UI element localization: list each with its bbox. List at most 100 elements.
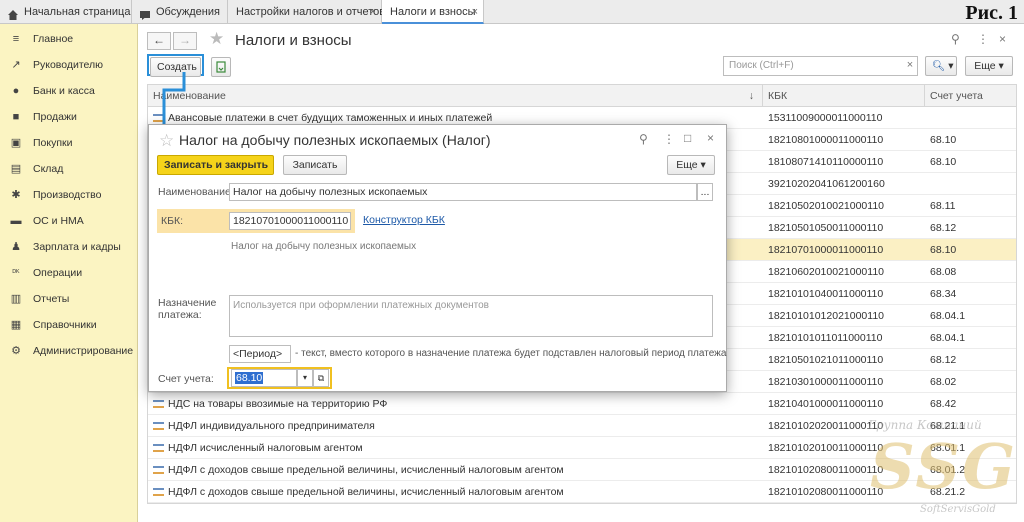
cell-kbk: 18210602010021000110	[768, 266, 885, 278]
name-field[interactable]: Налог на добычу полезных ископаемых	[229, 183, 697, 201]
close-icon[interactable]: ×	[707, 131, 714, 145]
sidebar-item-label: Продажи	[33, 111, 77, 123]
account-label: Счет учета:	[158, 373, 214, 385]
settings-icon: ⚙	[11, 345, 21, 357]
sidebar-item-label: Справочники	[33, 319, 97, 331]
account-field[interactable]: 68.10	[231, 369, 297, 387]
sidebar-item-manager[interactable]: ↗ Руководителю	[0, 52, 138, 78]
period-field[interactable]: <Период>	[229, 345, 291, 363]
cell-name-text: НДФЛ с доходов свыше предельной величины…	[168, 464, 564, 476]
sidebar-item-label: Банк и касса	[33, 85, 95, 97]
cell-name: НДФЛ индивидуального предпринимателя	[148, 415, 763, 437]
tax-item-icon	[153, 444, 164, 453]
purpose-label-line2: платежа:	[158, 309, 202, 321]
close-icon[interactable]: ×	[999, 32, 1006, 46]
tab-discussions[interactable]: Обсуждения	[132, 0, 228, 24]
bag-icon: ■	[12, 111, 20, 123]
cell-name-text: НДФЛ индивидуального предпринимателя	[168, 420, 375, 432]
coin-icon: ●	[12, 85, 20, 97]
sidebar-item-fixed-assets[interactable]: ▬ ОС и НМА	[0, 208, 138, 234]
sidebar-item-sales[interactable]: ■ Продажи	[0, 104, 138, 130]
column-header-kbk[interactable]: КБК	[763, 85, 925, 107]
cell-name-text: НДФЛ исчисленный налоговым агентом	[168, 442, 363, 454]
account-dropdown-icon[interactable]: ▾	[297, 369, 313, 387]
search-input[interactable]: Поиск (Ctrl+F)	[723, 56, 918, 76]
back-button[interactable]: ←	[147, 32, 171, 50]
cell-account: 68.34	[930, 288, 957, 300]
sidebar: ≡ Главное ↗ Руководителю ● Банк и касса ■ Пр…	[0, 24, 138, 522]
cell-kbk: 15311009000011000110	[768, 112, 883, 124]
sidebar-item-references[interactable]: ▦ Справочники	[0, 312, 138, 338]
favorite-star-icon[interactable]: ☆	[159, 131, 174, 151]
sidebar-item-label: Администрирование	[33, 345, 134, 357]
sidebar-item-label: Покупки	[33, 137, 73, 149]
search-button[interactable]: 🔍︎ ▾	[925, 56, 957, 76]
refresh-icon[interactable]	[211, 57, 231, 77]
open-account-icon[interactable]: ⧉	[313, 369, 329, 387]
more-button[interactable]: Еще ▾	[965, 56, 1013, 76]
cell-kbk: 18210801000011000110	[768, 134, 884, 146]
cell-name: НДФЛ с доходов свыше предельной величины…	[148, 481, 763, 503]
sidebar-item-purchases[interactable]: ▣ Покупки	[0, 130, 138, 156]
link-icon[interactable]: ⚲	[639, 132, 648, 146]
cell-name: НДФЛ с доходов свыше предельной величины…	[148, 459, 763, 481]
sidebar-item-administration[interactable]: ⚙ Администрирование	[0, 338, 138, 364]
sidebar-item-label: Главное	[33, 33, 74, 45]
tax-item-icon	[153, 488, 164, 497]
link-icon[interactable]: ⚲	[951, 32, 960, 46]
favorite-star-icon[interactable]: ★	[209, 29, 224, 49]
cell-account	[925, 173, 1018, 195]
table-row[interactable]: НДС на товары ввозимые на территорию РФ 1…	[148, 393, 1016, 415]
bar-chart-icon: ▥	[10, 293, 22, 305]
column-header-name[interactable]: Наименование ↓	[148, 85, 763, 107]
watermark-big-text: SSG	[870, 430, 1018, 503]
column-header-account[interactable]: Счет учета	[925, 85, 1018, 107]
kebab-menu-icon[interactable]: ⋮	[977, 32, 989, 46]
sidebar-item-warehouse[interactable]: ▤ Склад	[0, 156, 138, 182]
tab-tax-settings[interactable]: Настройки налогов и отчетов ×	[228, 0, 385, 24]
watermark-bottom-text: SoftServisGold	[920, 504, 996, 515]
sidebar-item-production[interactable]: ✱ Производство	[0, 182, 138, 208]
kbk-constructor-link[interactable]: Конструктор КБК	[363, 214, 445, 226]
sidebar-item-bank[interactable]: ● Банк и касса	[0, 78, 138, 104]
forward-button[interactable]: →	[173, 32, 197, 50]
cell-account: 68.10	[930, 156, 957, 168]
sort-down-icon: ↓	[748, 90, 754, 102]
sidebar-item-payroll[interactable]: ♟ Зарплата и кадры	[0, 234, 138, 260]
sidebar-item-label: ОС и НМА	[33, 215, 84, 227]
sidebar-item-label: Операции	[33, 267, 83, 279]
save-button[interactable]: Записать	[283, 155, 347, 175]
cell-account: 68.42	[930, 398, 957, 410]
menu-icon: ≡	[12, 33, 20, 45]
cell-kbk: 18210401000011000110	[768, 398, 884, 410]
payment-purpose-textarea[interactable]: Используется при оформлении платежных до…	[229, 295, 713, 337]
people-icon: ♟	[11, 241, 21, 253]
cell-kbk: 18210501021011000110	[768, 354, 884, 366]
tax-item-icon	[153, 466, 164, 475]
close-icon[interactable]: ×	[370, 0, 376, 24]
home-icon	[7, 6, 19, 20]
maximize-icon[interactable]: □	[684, 131, 691, 145]
kbk-hint: Налог на добычу полезных ископаемых	[231, 241, 417, 252]
close-icon[interactable]: ×	[472, 0, 478, 24]
kebab-menu-icon[interactable]: ⋮	[663, 132, 675, 146]
kbk-field[interactable]: 18210701000011000110	[229, 212, 351, 230]
save-and-close-button[interactable]: Записать и закрыть	[157, 155, 274, 175]
dialog-title: Налог на добычу полезных ископаемых (Нал…	[179, 132, 491, 148]
sidebar-item-operations[interactable]: ᴰᴷ Операции	[0, 260, 138, 286]
cell-account: 68.10	[930, 134, 957, 146]
cell-kbk: 18210101012021000110	[768, 310, 885, 322]
tab-taxes-and-contributions[interactable]: Налоги и взносы ×	[382, 0, 484, 24]
more-label: Еще	[974, 60, 996, 72]
sidebar-item-main[interactable]: ≡ Главное	[0, 26, 138, 52]
name-select-button[interactable]: ...	[697, 183, 713, 201]
tab-home[interactable]: Начальная страница	[0, 0, 132, 24]
dialog-more-button[interactable]: Еще ▾	[667, 155, 715, 175]
sidebar-item-label: Руководителю	[33, 59, 104, 71]
name-label: Наименование:	[158, 186, 234, 198]
sidebar-item-reports[interactable]: ▥ Отчеты	[0, 286, 138, 312]
cell-kbk: 18108071410110000110	[768, 156, 884, 168]
clear-search-icon[interactable]: ×	[902, 56, 918, 76]
cell-kbk: 18210701000011000110	[768, 244, 884, 256]
tax-edit-dialog: ☆ Налог на добычу полезных ископаемых (Н…	[148, 124, 727, 392]
